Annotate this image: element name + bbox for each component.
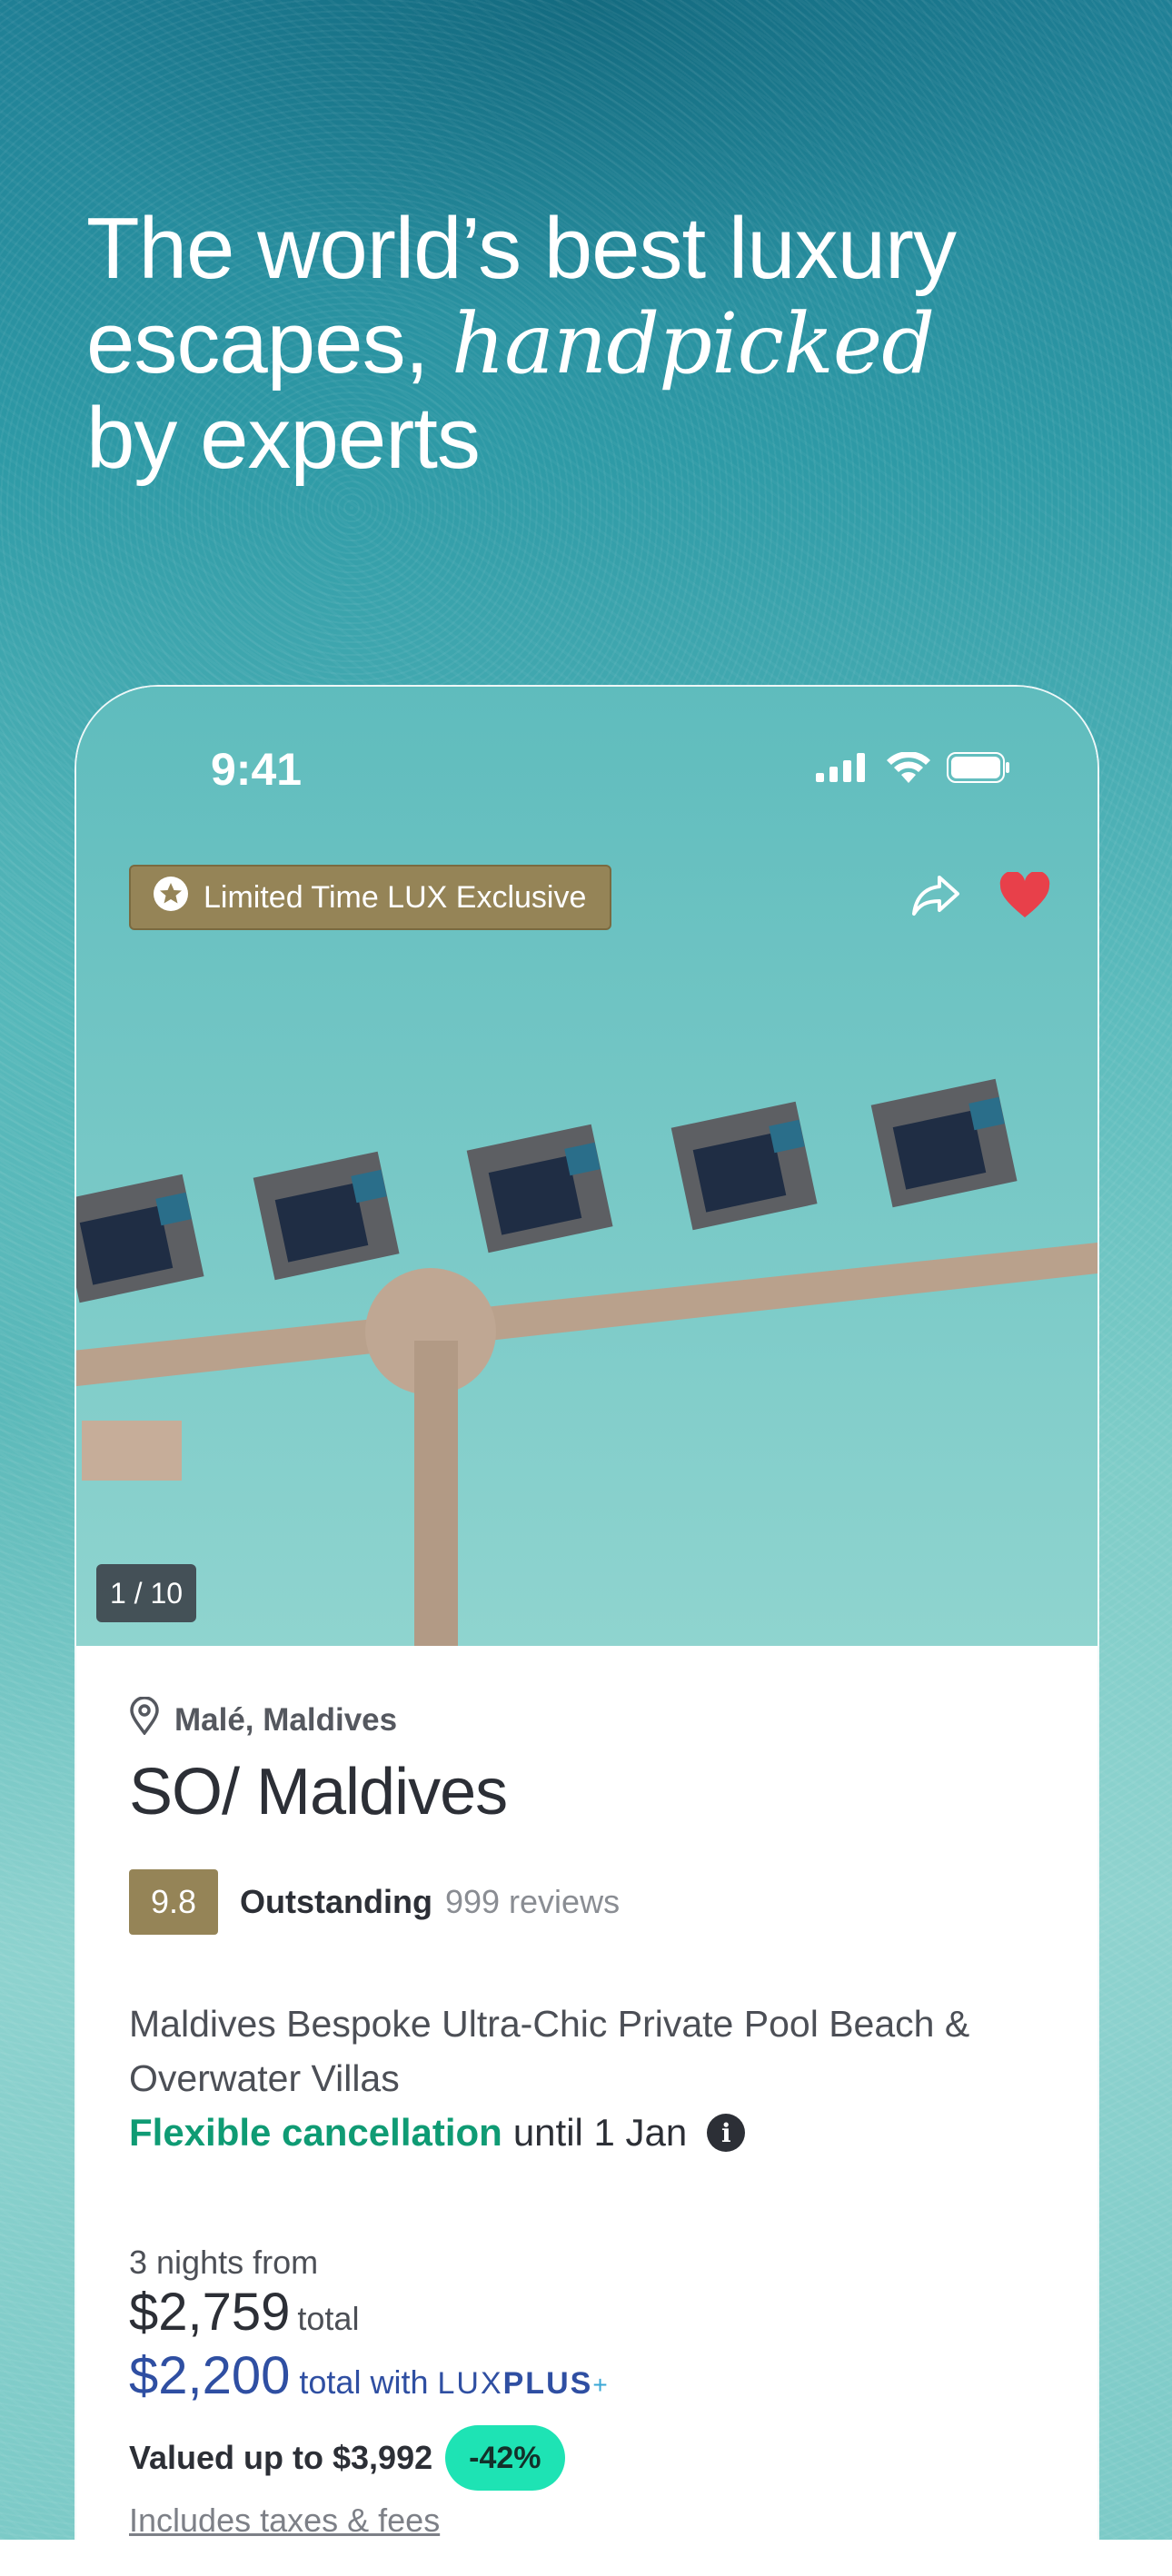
headline-italic-word: handpicked (451, 295, 935, 392)
luxplus-logo: LUXPLUS+ (437, 2366, 609, 2402)
cancellation-date: until 1 Jan (512, 2111, 688, 2154)
status-time: 9:41 (211, 744, 303, 795)
hotel-name[interactable]: SO/ Maldives (129, 1755, 508, 1829)
badge-label: Limited Time LUX Exclusive (204, 879, 587, 915)
info-icon[interactable]: i (707, 2114, 746, 2152)
listing-card[interactable]: Malé, Maldives SO/ Maldives 9.8 Outstand… (76, 1646, 1098, 2576)
star-circle-icon (153, 876, 189, 920)
luxplus-lux: LUX (437, 2366, 503, 2401)
listing-description: Maldives Bespoke Ultra-Chic Private Pool… (129, 2003, 970, 2099)
luxplus-plus-sign: + (592, 2371, 610, 2399)
price-amount: $2,759 (129, 2283, 291, 2342)
cancellation-row: Flexible cancellation until 1 Jan i (129, 2111, 746, 2155)
headline-line-2: escapes, handpicked (86, 296, 1104, 391)
share-icon (910, 874, 961, 922)
overwater-villas-image (76, 687, 1098, 1650)
reviews-link[interactable]: 999 reviews (445, 1883, 620, 1921)
taxes-note[interactable]: Includes taxes & fees (129, 2502, 440, 2540)
valued-row: Valued up to $3,992 -42% (129, 2425, 565, 2491)
headline-line-2-prefix: escapes, (86, 294, 452, 391)
battery-icon (947, 752, 1010, 788)
rating-row: 9.8 Outstanding 999 reviews (129, 1869, 620, 1935)
hero-headline: The world’s best luxury escapes, handpic… (86, 202, 1104, 486)
standard-price: $2,759 total (129, 2282, 359, 2343)
hotel-photo[interactable]: 9:41 Limited Time LUX Exclusive 1 / 10 (76, 687, 1098, 1650)
headline-line-1: The world’s best luxury (86, 200, 957, 297)
location-row: Malé, Maldives (129, 1696, 398, 1743)
signal-icon (816, 753, 870, 787)
rating-label: Outstanding (240, 1883, 432, 1920)
discount-badge: -42% (445, 2425, 565, 2491)
valued-label: Valued up to $3,992 (129, 2439, 433, 2476)
wifi-icon (887, 751, 930, 788)
member-price: $2,200 total with LUXPLUS+ (129, 2345, 610, 2406)
share-button[interactable] (903, 865, 968, 930)
luxplus-plus: PLUS (502, 2366, 593, 2401)
phone-mockup: 9:41 Limited Time LUX Exclusive 1 / 10 M… (74, 685, 1099, 2576)
favorite-button[interactable] (992, 865, 1058, 930)
heart-icon (998, 870, 1051, 924)
rating-score: 9.8 (129, 1869, 218, 1935)
member-price-suffix: total with (299, 2363, 429, 2401)
price-suffix: total (297, 2300, 360, 2337)
exclusive-badge: Limited Time LUX Exclusive (129, 865, 612, 930)
location-label: Malé, Maldives (174, 1701, 398, 1738)
map-pin-icon (129, 1696, 160, 1743)
photo-counter: 1 / 10 (96, 1564, 196, 1622)
member-price-amount: $2,200 (129, 2346, 291, 2405)
nights-label: 3 nights from (129, 2244, 319, 2281)
status-icons (816, 751, 1010, 788)
headline-line-3: by experts (86, 390, 481, 487)
cancellation-highlight: Flexible cancellation (129, 2111, 502, 2154)
